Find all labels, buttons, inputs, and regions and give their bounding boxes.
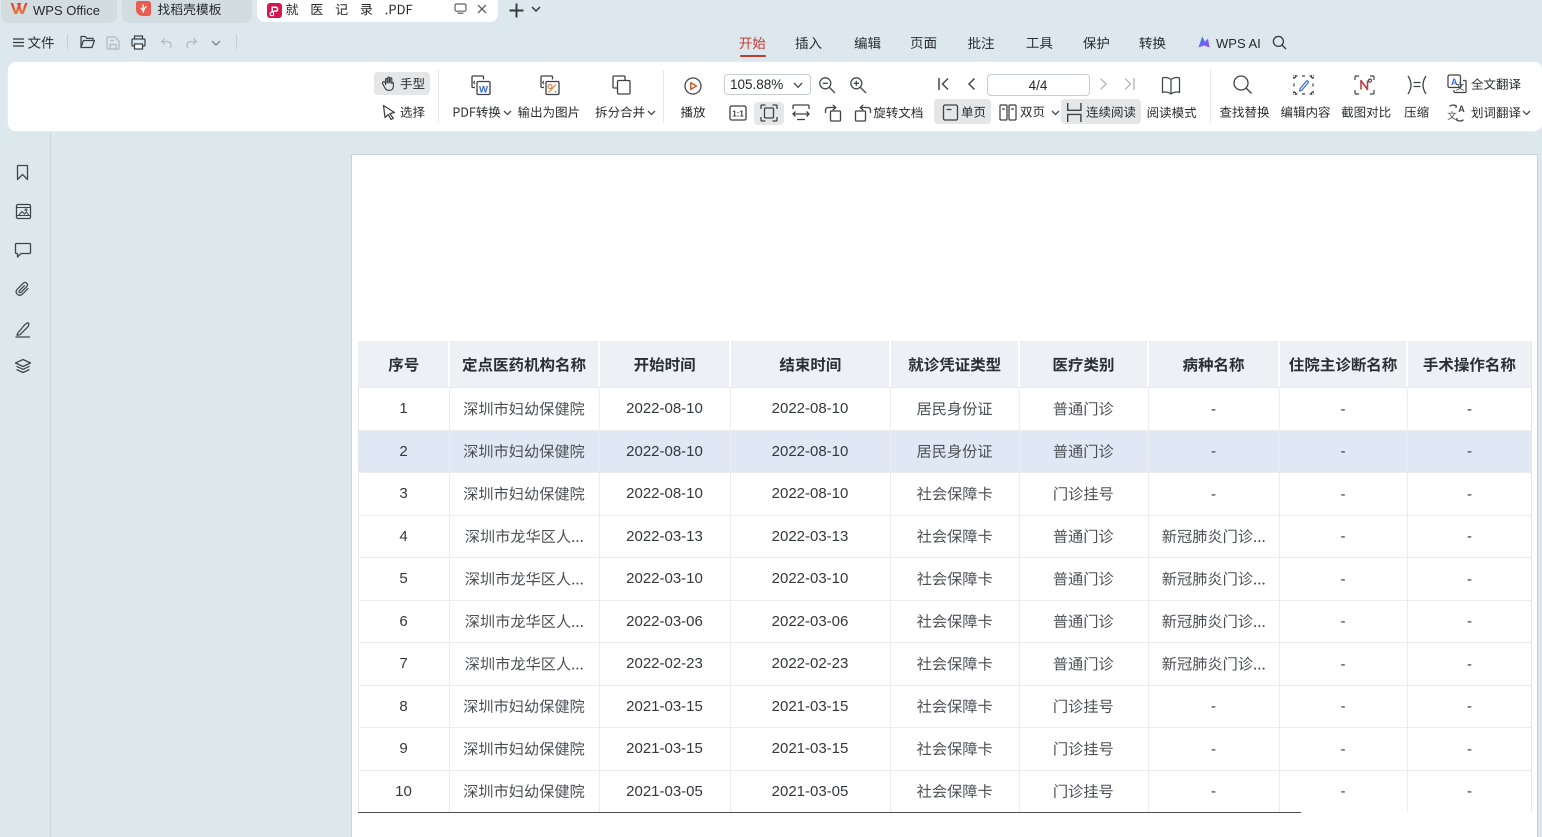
svg-text:1:1: 1:1 <box>732 109 744 118</box>
svg-text:A: A <box>1458 104 1465 114</box>
svg-text:W: W <box>479 84 488 95</box>
